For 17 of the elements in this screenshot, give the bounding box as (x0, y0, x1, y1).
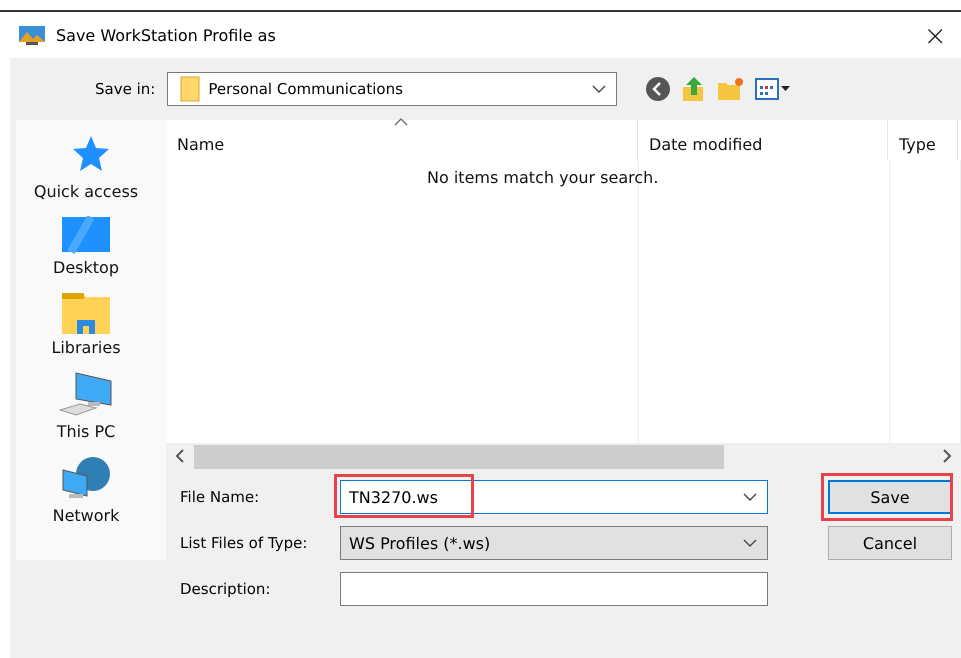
field-label: File Name: (180, 488, 260, 506)
save-button[interactable]: Save (828, 480, 952, 514)
navigation-item[interactable]: Libraries (45, 278, 127, 358)
navigation-item[interactable]: Quick access (28, 120, 144, 202)
window-title: Save WorkStation Profile as (56, 26, 277, 44)
field-label: Description: (180, 580, 272, 598)
navigation-item[interactable]: This PC (50, 358, 122, 442)
cancel-button[interactable]: Cancel (828, 526, 952, 560)
dropdown-field[interactable]: TN3270.ws (340, 480, 768, 514)
navigation-item[interactable]: Network (46, 442, 126, 526)
dropdown-field[interactable]: WS Profiles (*.ws) (340, 526, 768, 560)
close-button[interactable]: × (920, 18, 951, 52)
navigation-item[interactable]: Desktop (47, 202, 125, 278)
empty-message: No items match your search. (427, 168, 658, 187)
save-in-label: Save in: (95, 80, 156, 98)
field-label: List Files of Type: (180, 534, 308, 552)
save-in-dropdown[interactable]: Personal Communications (167, 72, 618, 106)
